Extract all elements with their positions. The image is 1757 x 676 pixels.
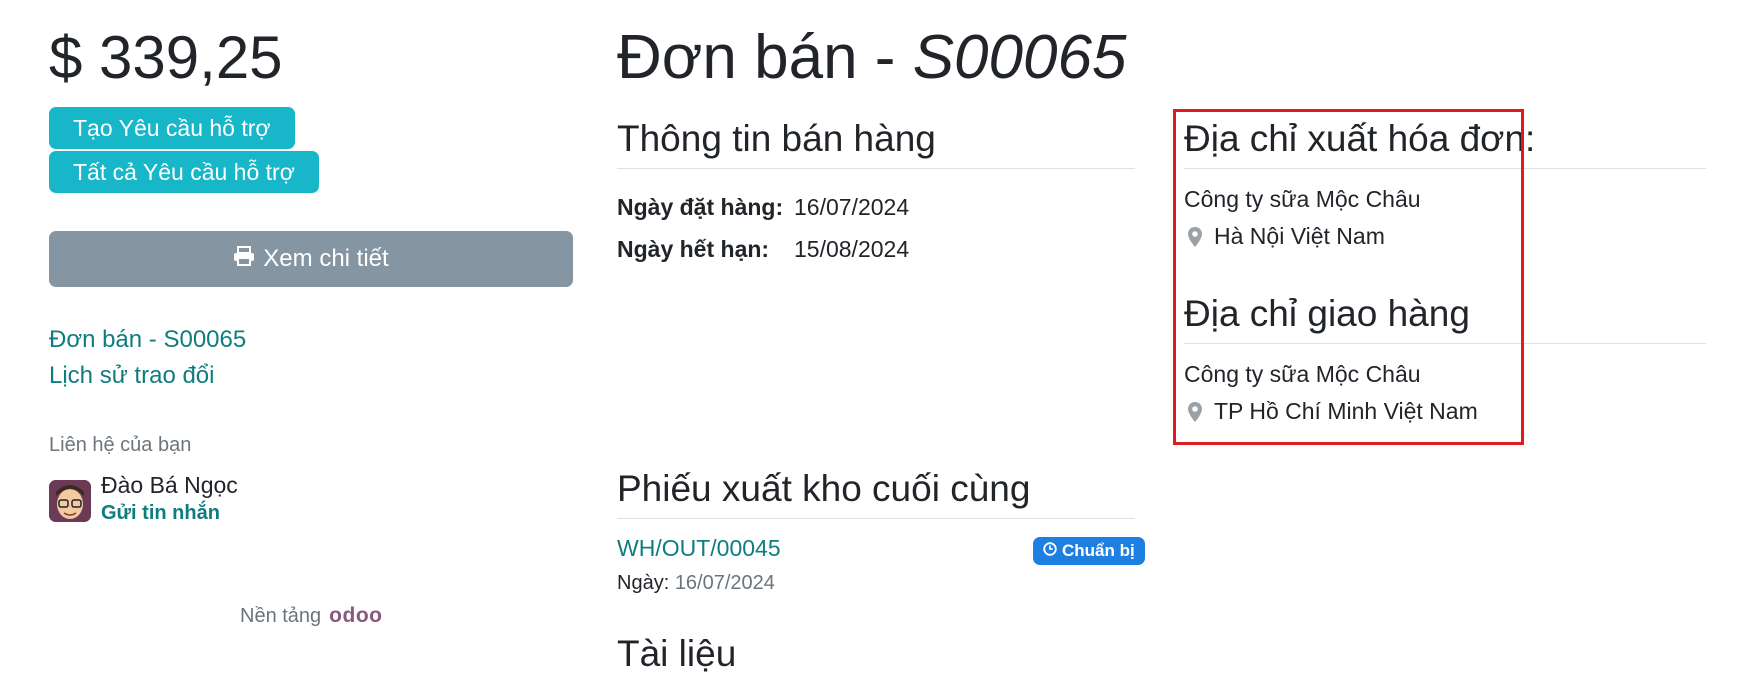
status-badge: Chuẩn bị bbox=[1033, 537, 1145, 565]
status-badge-text: Chuẩn bị bbox=[1062, 541, 1135, 560]
powered-by: Nền tảng odoo bbox=[240, 604, 382, 628]
order-date-label: Ngày đặt hàng: bbox=[617, 194, 784, 220]
documents-heading: Tài liệu bbox=[617, 633, 737, 674]
sales-info-heading: Thông tin bán hàng bbox=[617, 118, 936, 159]
delivery-date: Ngày: 16/07/2024 bbox=[617, 572, 775, 595]
delivery-date-value: 16/07/2024 bbox=[674, 572, 775, 594]
clock-icon bbox=[1043, 541, 1057, 561]
view-details-button[interactable]: Xem chi tiết bbox=[49, 231, 573, 287]
nav-link-order[interactable]: Đơn bán - S00065 bbox=[49, 326, 246, 354]
divider bbox=[617, 168, 1135, 169]
powered-by-label: Nền tảng bbox=[240, 605, 322, 627]
all-tickets-button[interactable]: Tất cả Yêu cầu hỗ trợ bbox=[49, 151, 319, 193]
delivery-heading: Phiếu xuất kho cuối cùng bbox=[617, 468, 1031, 509]
delivery-date-label: Ngày: bbox=[617, 572, 670, 594]
address-highlight-box bbox=[1173, 109, 1524, 445]
page-title-ref: S00065 bbox=[912, 23, 1127, 92]
expiry-date-value: 15/08/2024 bbox=[794, 236, 910, 262]
order-total: $ 339,25 bbox=[49, 24, 283, 91]
avatar bbox=[49, 480, 91, 522]
nav-link-history[interactable]: Lịch sử trao đổi bbox=[49, 362, 214, 390]
divider bbox=[617, 518, 1135, 519]
contact-label: Liên hệ của bạn bbox=[49, 434, 192, 456]
contact-name: Đào Bá Ngọc bbox=[101, 472, 238, 498]
send-message-link[interactable]: Gửi tin nhắn bbox=[101, 502, 220, 525]
delivery-ref-link[interactable]: WH/OUT/00045 bbox=[617, 535, 781, 562]
order-date-value: 16/07/2024 bbox=[794, 194, 910, 220]
page-title: Đơn bán - S00065 bbox=[617, 22, 1126, 94]
odoo-logo[interactable]: odoo bbox=[329, 604, 382, 628]
printer-icon bbox=[233, 245, 255, 273]
page-title-prefix: Đơn bán - bbox=[617, 23, 913, 92]
expiry-date-label: Ngày hết hạn: bbox=[617, 236, 770, 262]
view-details-label: Xem chi tiết bbox=[263, 245, 389, 272]
create-ticket-button[interactable]: Tạo Yêu cầu hỗ trợ bbox=[49, 107, 295, 149]
